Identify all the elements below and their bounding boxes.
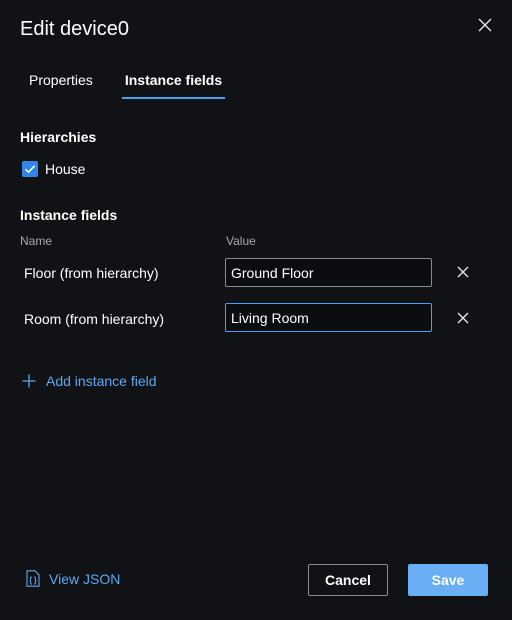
active-tab-indicator — [122, 97, 225, 99]
field-name-floor: Floor (from hierarchy) — [24, 265, 159, 281]
add-instance-field-label: Add instance field — [46, 373, 157, 389]
close-button[interactable] — [474, 14, 496, 36]
plus-icon — [22, 374, 36, 388]
field-value-floor-input[interactable] — [225, 258, 432, 287]
hierarchy-checkbox-house[interactable]: House — [22, 160, 85, 178]
dialog-title: Edit device0 — [20, 18, 129, 40]
tab-properties[interactable]: Properties — [29, 62, 93, 98]
instance-fields-heading: Instance fields — [20, 207, 118, 223]
close-icon — [478, 18, 492, 32]
close-icon — [457, 312, 469, 324]
cancel-button[interactable]: Cancel — [308, 564, 388, 596]
view-json-label: View JSON — [49, 570, 121, 587]
checkmark-icon — [24, 165, 36, 174]
checkbox-label: House — [45, 161, 86, 177]
name-column-header: Name — [20, 234, 53, 248]
tab-instance-fields[interactable]: Instance fields — [122, 62, 225, 98]
value-column-header: Value — [226, 234, 256, 248]
save-button[interactable]: Save — [408, 564, 488, 596]
remove-field-room-button[interactable] — [455, 310, 471, 326]
json-file-icon — [26, 570, 40, 587]
add-instance-field-button[interactable]: Add instance field — [22, 373, 157, 389]
remove-field-floor-button[interactable] — [455, 264, 471, 280]
hierarchies-heading: Hierarchies — [20, 129, 97, 145]
field-value-room-input[interactable] — [225, 303, 432, 332]
view-json-link[interactable]: View JSON — [26, 570, 120, 587]
field-name-room: Room (from hierarchy) — [24, 311, 165, 327]
checkbox-checked[interactable] — [22, 161, 38, 177]
close-icon — [457, 266, 469, 278]
edit-device-dialog: Edit device0 Properties Instance fields … — [0, 0, 512, 620]
